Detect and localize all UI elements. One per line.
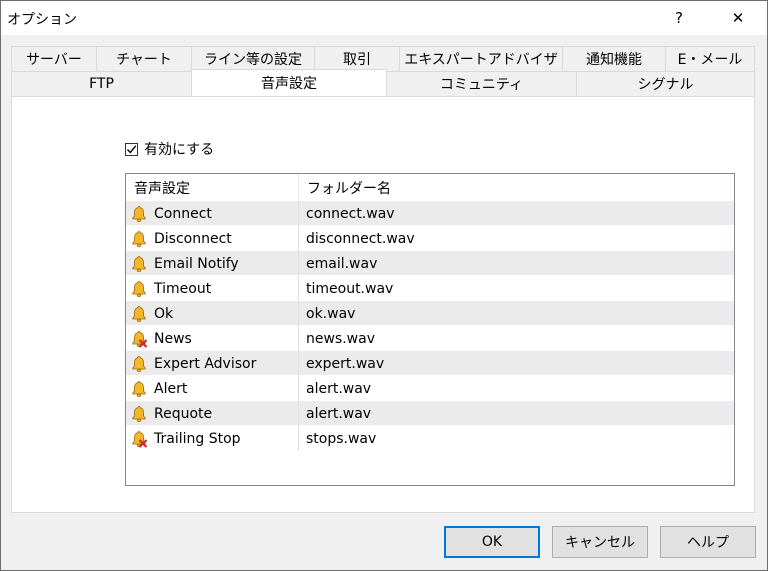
sound-file-cell: ok.wav xyxy=(306,305,356,322)
sound-event-label: Timeout xyxy=(154,280,212,297)
tab-expert-advisors[interactable]: エキスパートアドバイザ xyxy=(399,46,563,71)
enable-checkbox[interactable] xyxy=(125,142,138,156)
tab-signals[interactable]: シグナル xyxy=(576,71,755,96)
sound-event-label: Requote xyxy=(154,405,213,422)
close-button[interactable]: ✕ xyxy=(715,1,761,35)
close-icon: ✕ xyxy=(731,9,745,27)
sound-file-cell: alert.wav xyxy=(306,405,372,422)
table-row[interactable]: Disconnect disconnect.wav xyxy=(126,226,734,251)
ok-button[interactable]: OK xyxy=(444,526,540,558)
table-row[interactable]: Timeout timeout.wav xyxy=(126,276,734,301)
tab-email[interactable]: E・メール xyxy=(665,46,755,71)
bell-icon xyxy=(130,305,148,323)
sound-event-cell: Requote xyxy=(130,401,212,426)
sound-file-cell: connect.wav xyxy=(306,205,395,222)
sound-file-cell: stops.wav xyxy=(306,430,377,447)
sound-event-cell: Timeout xyxy=(130,276,211,301)
bell-icon xyxy=(130,380,148,398)
sound-event-cell: Connect xyxy=(130,201,212,226)
list-header: 音声設定 フォルダー名 xyxy=(126,174,734,202)
sound-event-label: Disconnect xyxy=(154,230,232,247)
tab-server[interactable]: サーバー xyxy=(11,46,97,71)
sound-event-cell: Expert Advisor xyxy=(130,351,256,376)
tab-sounds[interactable]: 音声設定 xyxy=(191,69,387,96)
sound-file-cell: expert.wav xyxy=(306,355,385,372)
column-header-file[interactable]: フォルダー名 xyxy=(299,174,734,201)
sound-event-label: Expert Advisor xyxy=(154,355,257,372)
bell-icon xyxy=(130,230,148,248)
tab-trade[interactable]: 取引 xyxy=(314,46,400,71)
sound-event-label: Email Notify xyxy=(154,255,239,272)
title-bar: オプション ? ✕ xyxy=(1,1,767,35)
bell-disabled-icon xyxy=(130,330,148,348)
bell-icon xyxy=(130,205,148,223)
table-row[interactable]: Email Notify email.wav xyxy=(126,251,734,276)
sound-file-cell: email.wav xyxy=(306,255,378,272)
table-row[interactable]: Connect connect.wav xyxy=(126,201,734,226)
bell-icon xyxy=(130,255,148,273)
sound-event-cell: Disconnect xyxy=(130,226,232,251)
sound-file-cell: alert.wav xyxy=(306,380,372,397)
tab-objects[interactable]: ライン等の設定 xyxy=(191,46,315,71)
sound-event-label: News xyxy=(154,330,192,347)
tab-notifications[interactable]: 通知機能 xyxy=(562,46,666,71)
bell-icon xyxy=(130,355,148,373)
sound-file-cell: news.wav xyxy=(306,330,375,347)
tab-chart[interactable]: チャート xyxy=(96,46,192,71)
enable-checkbox-row[interactable]: 有効にする xyxy=(125,139,214,159)
checkmark-icon xyxy=(126,144,137,154)
help-button[interactable]: ヘルプ xyxy=(660,526,756,558)
help-title-button[interactable]: ? xyxy=(656,1,702,35)
table-row[interactable]: Ok ok.wav xyxy=(126,301,734,326)
sound-event-cell: Trailing Stop xyxy=(130,426,241,451)
help-icon: ? xyxy=(675,9,683,27)
sound-event-cell: Alert xyxy=(130,376,187,401)
table-row[interactable]: Trailing Stop stops.wav xyxy=(126,426,734,451)
sound-event-label: Trailing Stop xyxy=(154,430,241,447)
table-row[interactable]: Alert alert.wav xyxy=(126,376,734,401)
options-dialog: オプション ? ✕ サーバー チャート ライン等の設定 取引 エキスパートアドバ… xyxy=(0,0,768,571)
sound-event-cell: News xyxy=(130,326,192,351)
tab-community[interactable]: コミュニティ xyxy=(386,71,577,96)
tab-ftp[interactable]: FTP xyxy=(11,71,192,96)
column-grid-line xyxy=(298,201,299,451)
bell-icon xyxy=(130,280,148,298)
column-header-event[interactable]: 音声設定 xyxy=(126,174,298,201)
window-title: オプション xyxy=(7,12,77,28)
enable-label: 有効にする xyxy=(144,142,215,158)
bell-disabled-icon xyxy=(130,430,148,448)
sound-event-label: Connect xyxy=(154,205,212,222)
sound-event-label: Ok xyxy=(154,305,174,322)
sound-event-label: Alert xyxy=(154,380,188,397)
sound-event-cell: Email Notify xyxy=(130,251,239,276)
table-row[interactable]: News news.wav xyxy=(126,326,734,351)
table-row[interactable]: Requote alert.wav xyxy=(126,401,734,426)
bell-icon xyxy=(130,405,148,423)
sound-file-cell: timeout.wav xyxy=(306,280,394,297)
sound-file-cell: disconnect.wav xyxy=(306,230,415,247)
table-row[interactable]: Expert Advisor expert.wav xyxy=(126,351,734,376)
cancel-button[interactable]: キャンセル xyxy=(552,526,648,558)
sounds-list[interactable]: 音声設定 フォルダー名 Connect connect.wav Disconnect… xyxy=(125,173,735,486)
sound-event-cell: Ok xyxy=(130,301,173,326)
